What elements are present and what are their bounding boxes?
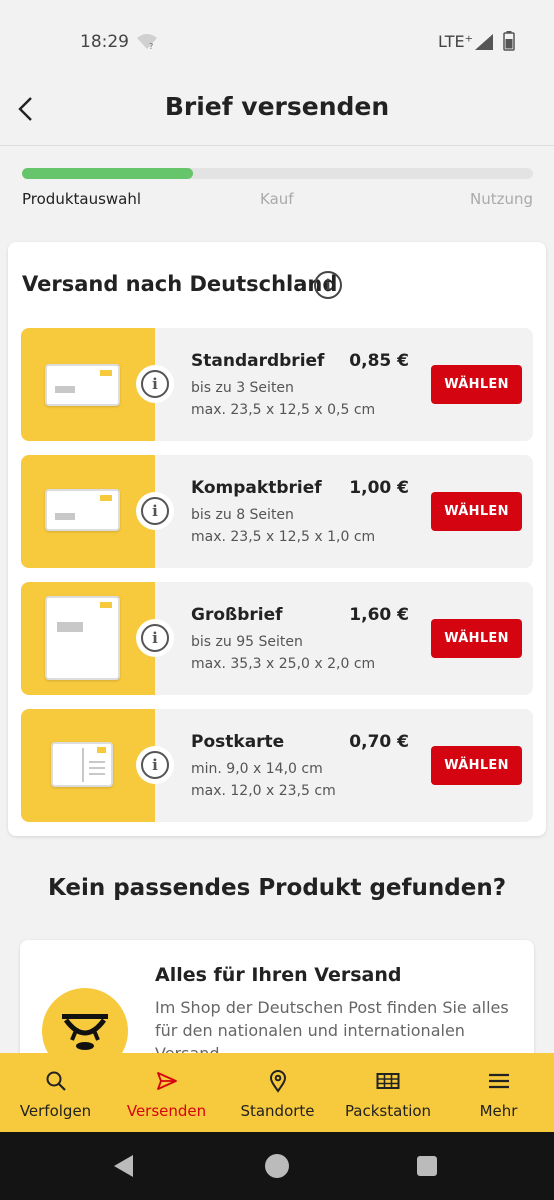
section-title: Versand nach Deutschland: [22, 272, 338, 296]
nav-mehr[interactable]: Mehr: [443, 1053, 554, 1132]
nav-label: Packstation: [344, 1102, 432, 1120]
compact-letter-icon: [45, 489, 120, 531]
product-detail: min. 9,0 x 14,0 cm: [191, 761, 323, 777]
product-detail: bis zu 3 Seiten: [191, 380, 294, 396]
choose-button[interactable]: WÄHLEN: [431, 365, 522, 404]
product-name: Postkarte: [191, 732, 285, 752]
system-home-icon[interactable]: [265, 1154, 289, 1178]
page-title: Brief versenden: [164, 92, 390, 121]
product-dimensions: max. 12,0 x 23,5 cm: [191, 783, 336, 799]
step-usage: Nutzung: [469, 190, 533, 208]
system-navigation-bar: [0, 1132, 554, 1200]
step-purchase: Kauf: [260, 190, 294, 208]
product-detail: bis zu 8 Seiten: [191, 507, 294, 523]
nav-label: Verfolgen: [19, 1102, 92, 1120]
info-icon: i: [141, 751, 169, 779]
send-icon: [156, 1072, 177, 1090]
nav-versenden[interactable]: Versenden: [111, 1053, 222, 1132]
info-icon[interactable]: i: [314, 271, 342, 299]
product-price: 1,00 €: [349, 478, 409, 498]
product-info-button[interactable]: i: [136, 492, 174, 530]
svg-text:?: ?: [149, 42, 153, 50]
system-back-icon[interactable]: [113, 1154, 135, 1178]
no-product-heading: Kein passendes Produkt gefunden?: [47, 875, 507, 901]
product-price: 0,70 €: [349, 732, 409, 752]
menu-icon: [488, 1073, 509, 1089]
progress-fill: [22, 168, 194, 179]
wifi-icon: ?: [137, 34, 157, 50]
shipping-germany-card: Versand nach Deutschland i i Standardbri…: [8, 242, 546, 836]
product-info-button[interactable]: i: [136, 746, 174, 784]
product-image-area: [21, 582, 155, 695]
search-icon: [46, 1071, 66, 1091]
system-recents-icon[interactable]: [417, 1156, 437, 1176]
product-name: Großbrief: [191, 605, 283, 625]
product-kompaktbrief: i Kompaktbrief 1,00 € bis zu 8 Seiten ma…: [21, 455, 533, 568]
product-dimensions: max. 23,5 x 12,5 x 1,0 cm: [191, 529, 376, 545]
nav-label: Versenden: [126, 1102, 207, 1120]
progress-bar: [22, 168, 533, 179]
choose-button[interactable]: WÄHLEN: [431, 492, 522, 531]
shop-title: Alles für Ihren Versand: [155, 964, 402, 986]
product-standardbrief: i Standardbrief 0,85 € bis zu 3 Seiten m…: [21, 328, 533, 441]
product-price: 1,60 €: [349, 605, 409, 625]
standard-letter-icon: [45, 364, 120, 406]
step-product-selection: Produktauswahl: [22, 190, 142, 208]
nav-label: Mehr: [479, 1102, 518, 1120]
nav-packstation[interactable]: Packstation: [333, 1053, 443, 1132]
product-info-button[interactable]: i: [136, 619, 174, 657]
product-detail: bis zu 95 Seiten: [191, 634, 303, 650]
product-postkarte: i Postkarte 0,70 € min. 9,0 x 14,0 cm ma…: [21, 709, 533, 822]
product-image-area: [21, 455, 155, 568]
network-type: LTE⁺: [438, 32, 474, 51]
product-name: Standardbrief: [191, 351, 325, 371]
nav-verfolgen[interactable]: Verfolgen: [0, 1053, 111, 1132]
product-dimensions: max. 23,5 x 12,5 x 0,5 cm: [191, 402, 376, 418]
product-image-area: [21, 709, 155, 822]
location-pin-icon: [269, 1070, 286, 1093]
large-letter-icon: [45, 596, 120, 680]
product-image-area: [21, 328, 155, 441]
signal-icon: [475, 34, 493, 50]
choose-button[interactable]: WÄHLEN: [431, 619, 522, 658]
packstation-icon: [376, 1073, 400, 1089]
product-price: 0,85 €: [349, 351, 409, 371]
status-time: 18:29: [80, 32, 129, 52]
product-info-button[interactable]: i: [136, 365, 174, 403]
status-bar: 18:29 ? LTE⁺: [0, 0, 554, 80]
app-header: Brief versenden: [0, 80, 554, 146]
info-icon: i: [141, 370, 169, 398]
product-dimensions: max. 35,3 x 25,0 x 2,0 cm: [191, 656, 376, 672]
product-grossbrief: i Großbrief 1,60 € bis zu 95 Seiten max.…: [21, 582, 533, 695]
info-icon: i: [141, 497, 169, 525]
nav-standorte[interactable]: Standorte: [222, 1053, 333, 1132]
battery-icon: [503, 31, 515, 51]
nav-label: Standorte: [240, 1102, 315, 1120]
choose-button[interactable]: WÄHLEN: [431, 746, 522, 785]
postcard-icon: [51, 742, 113, 787]
product-name: Kompaktbrief: [191, 478, 322, 498]
info-icon: i: [141, 624, 169, 652]
bottom-navigation: Verfolgen Versenden Standorte Packstatio…: [0, 1053, 554, 1132]
